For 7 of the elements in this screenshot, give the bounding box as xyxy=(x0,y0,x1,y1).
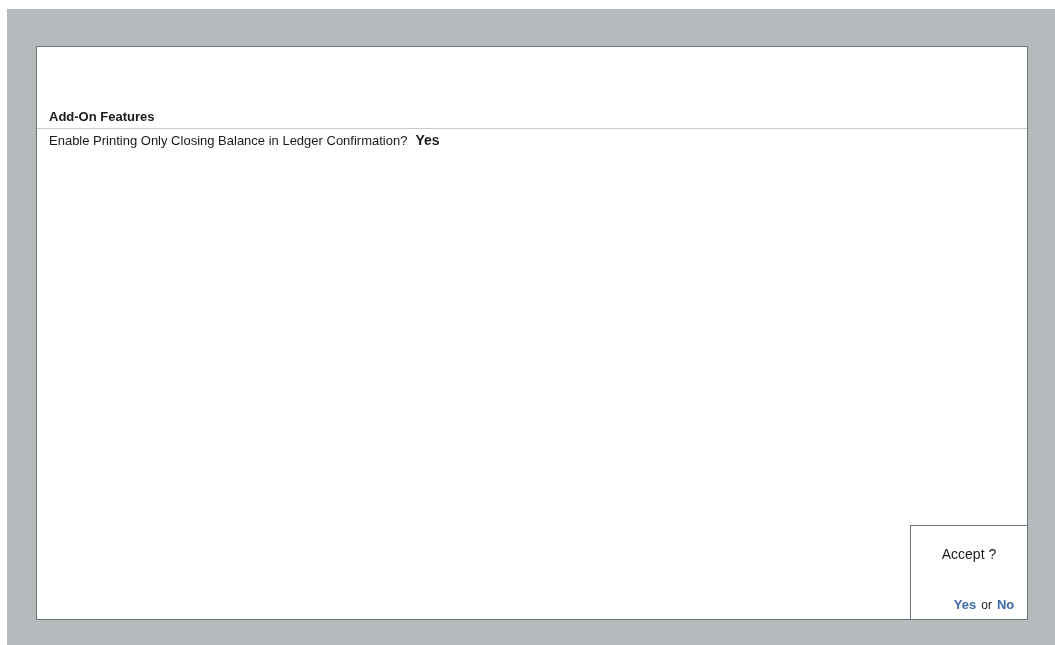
yes-option[interactable]: Yes xyxy=(953,597,977,612)
field-value[interactable]: Yes xyxy=(415,132,440,148)
separator-text: or xyxy=(981,598,992,612)
section-title: Add-On Features xyxy=(37,109,1027,129)
field-label: Enable Printing Only Closing Balance in Ledger Confirmation? xyxy=(49,133,408,148)
dialog-question: Accept ? xyxy=(941,546,997,562)
no-option[interactable]: No xyxy=(996,597,1015,612)
